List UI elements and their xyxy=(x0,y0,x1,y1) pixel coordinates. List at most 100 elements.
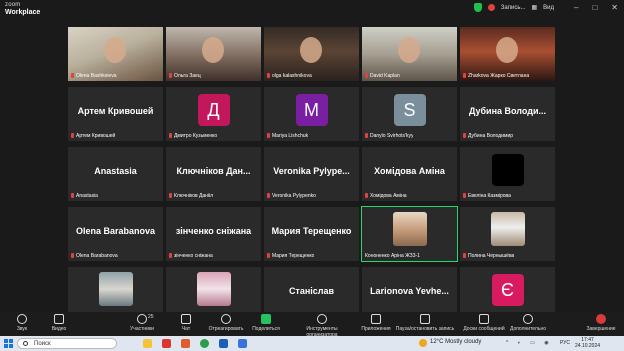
maximize-icon[interactable]: □ xyxy=(592,3,597,12)
participant-display-name: Anastasia xyxy=(94,166,137,176)
participant-tile[interactable]: M Mariya Lishchuk xyxy=(264,87,359,141)
audio-label: Звук xyxy=(16,326,28,332)
participant-avatar: Д xyxy=(197,94,230,126)
participant-tile[interactable]: Д Дмитро Кузьменко xyxy=(166,87,261,141)
muted-microphone-icon xyxy=(463,253,466,258)
participant-name: Olena Barabanova xyxy=(71,253,118,259)
participant-tile[interactable]: зінченко сніжана зінченко сніжана xyxy=(166,207,261,261)
meeting-toolbar: Звук Видео 25 Участники Чат Отреагировать… xyxy=(0,312,624,338)
windows-start-icon[interactable] xyxy=(4,339,13,348)
participant-tile[interactable]: Veronika Pylype... Veronika Pylypenko xyxy=(264,147,359,201)
apps-icon xyxy=(371,314,381,324)
participant-name: olga kalashnikova xyxy=(267,73,312,79)
host-tools-button[interactable]: Инструменты организатора xyxy=(292,314,352,338)
participant-tile[interactable]: S Danylo Svirhots'kyy xyxy=(362,87,457,141)
participant-tile[interactable]: Olena Barabanova Olena Barabanova xyxy=(68,207,163,261)
participant-name-text: Olena Barabanova xyxy=(76,253,118,259)
participant-tile[interactable]: Ольга Заец xyxy=(166,27,261,81)
participant-tile[interactable]: Хомідова Аміна Хомідова Аміна xyxy=(362,147,457,201)
participant-tile[interactable]: Дубина Володи... Дубина Володимир xyxy=(460,87,555,141)
chat-label: Чат xyxy=(181,326,191,332)
end-label: Завершение xyxy=(586,326,616,332)
participant-face xyxy=(496,37,518,63)
clock[interactable]: 17:47 24.10.2024 xyxy=(575,337,600,349)
participant-name: Кононенко Аріна ЖЗ3-1 xyxy=(365,253,420,259)
participant-name-text: Danylo Svirhots'kyy xyxy=(370,133,414,139)
grid-icon[interactable]: ▦ xyxy=(531,4,537,11)
muted-microphone-icon xyxy=(71,73,74,78)
participant-tile[interactable]: Кононенко Аріна ЖЗ3-1 xyxy=(361,206,458,262)
end-icon xyxy=(596,314,606,324)
participant-tile[interactable]: Olena Bashkeieva xyxy=(68,27,163,81)
participant-name-text: Дубина Володимир xyxy=(468,133,514,139)
view-button[interactable]: Вид xyxy=(543,5,554,11)
file-explorer-icon[interactable] xyxy=(143,339,152,348)
participant-tile[interactable]: Anastasia Anastasia xyxy=(68,147,163,201)
participant-photo xyxy=(490,212,525,246)
participant-display-name: Larionova Yevhe... xyxy=(370,286,449,296)
participant-tile[interactable]: Zharkova Жарко Светлана xyxy=(460,27,555,81)
participant-face xyxy=(300,37,322,63)
participant-photo xyxy=(392,212,427,246)
close-icon[interactable]: ✕ xyxy=(611,3,618,12)
more-button[interactable]: Дополнительно xyxy=(500,314,556,332)
muted-microphone-icon xyxy=(267,73,270,78)
participant-name: Артем Кривошей xyxy=(71,133,115,139)
participant-tile[interactable]: olga kalashnikova xyxy=(264,27,359,81)
participant-avatar: M xyxy=(295,94,328,126)
whiteboard-icon xyxy=(479,314,489,324)
recording-icon xyxy=(487,4,495,11)
end-button[interactable]: Завершение xyxy=(576,314,624,332)
participant-face xyxy=(398,37,420,63)
participant-name: Danylo Svirhots'kyy xyxy=(365,133,413,139)
search-icon xyxy=(23,341,28,346)
record-button[interactable]: Пауза/остановить запись xyxy=(394,314,456,332)
participant-tile[interactable]: Ключніков Дан... Ключніков Данііл xyxy=(166,147,261,201)
participant-name: Veronika Pylypenko xyxy=(267,193,316,199)
participant-name: Дмитро Кузьменко xyxy=(169,133,217,139)
participant-tile[interactable]: David Kaplan xyxy=(362,27,457,81)
participant-display-name: Ключніков Дан... xyxy=(176,166,251,176)
pdf-icon[interactable] xyxy=(162,339,171,348)
zoom-taskbar-icon[interactable] xyxy=(238,339,247,348)
title-bar-right: Запись... ▦ Вид – □ ✕ xyxy=(473,3,618,12)
app-icon[interactable] xyxy=(181,339,190,348)
muted-microphone-icon xyxy=(267,253,270,258)
participant-tile[interactable]: Артем Кривошей Артем Кривошей xyxy=(68,87,163,141)
camera-icon xyxy=(54,314,64,324)
chrome-icon[interactable] xyxy=(200,339,209,348)
participant-name-text: Anastasia xyxy=(76,193,98,199)
whiteboards-label: Доски сообщений xyxy=(463,326,505,332)
participant-name: Ключніков Данііл xyxy=(169,193,213,199)
weather-icon xyxy=(419,339,427,347)
muted-microphone-icon xyxy=(71,193,74,198)
participant-avatar: S xyxy=(393,94,426,126)
participant-name: Olena Bashkeieva xyxy=(71,73,117,79)
participant-name-text: Полина Чернышёва xyxy=(468,253,515,259)
pause-stop-icon xyxy=(420,314,430,324)
participant-tile[interactable]: Полина Чернышёва xyxy=(460,207,555,261)
participant-name: Zharkova Жарко Светлана xyxy=(463,73,529,79)
muted-microphone-icon xyxy=(71,133,74,138)
participant-avatar xyxy=(491,154,524,186)
video-button[interactable]: Видео xyxy=(31,314,87,332)
share-button[interactable]: Поделиться xyxy=(238,314,294,332)
zoom-logo: zoom Workplace xyxy=(5,2,40,16)
participant-name-text: Ольга Заец xyxy=(174,73,201,79)
shield-icon[interactable] xyxy=(473,3,482,12)
weather-text[interactable]: 12°C Mostly cloudy xyxy=(430,339,481,345)
participant-display-name: Станіслав xyxy=(288,286,335,296)
participant-tile[interactable]: Мария Терещенко Мария Терещенко xyxy=(264,207,359,261)
minimize-icon[interactable]: – xyxy=(574,3,578,12)
recording-label[interactable]: Запись... xyxy=(501,5,526,11)
system-tray[interactable]: ^ ◐ ▭ ◉ xyxy=(506,340,553,346)
muted-microphone-icon xyxy=(365,193,368,198)
taskbar-search[interactable]: Поиск xyxy=(17,338,117,349)
participant-name: Мария Терещенко xyxy=(267,253,314,259)
participant-tile[interactable]: Евеліна Казмірова xyxy=(460,147,555,201)
shield-tool-icon xyxy=(317,314,327,324)
language-indicator[interactable]: РУС xyxy=(560,340,570,346)
more-icon xyxy=(523,314,533,324)
participant-name: Евеліна Казмірова xyxy=(463,193,511,199)
word-icon[interactable] xyxy=(219,339,228,348)
